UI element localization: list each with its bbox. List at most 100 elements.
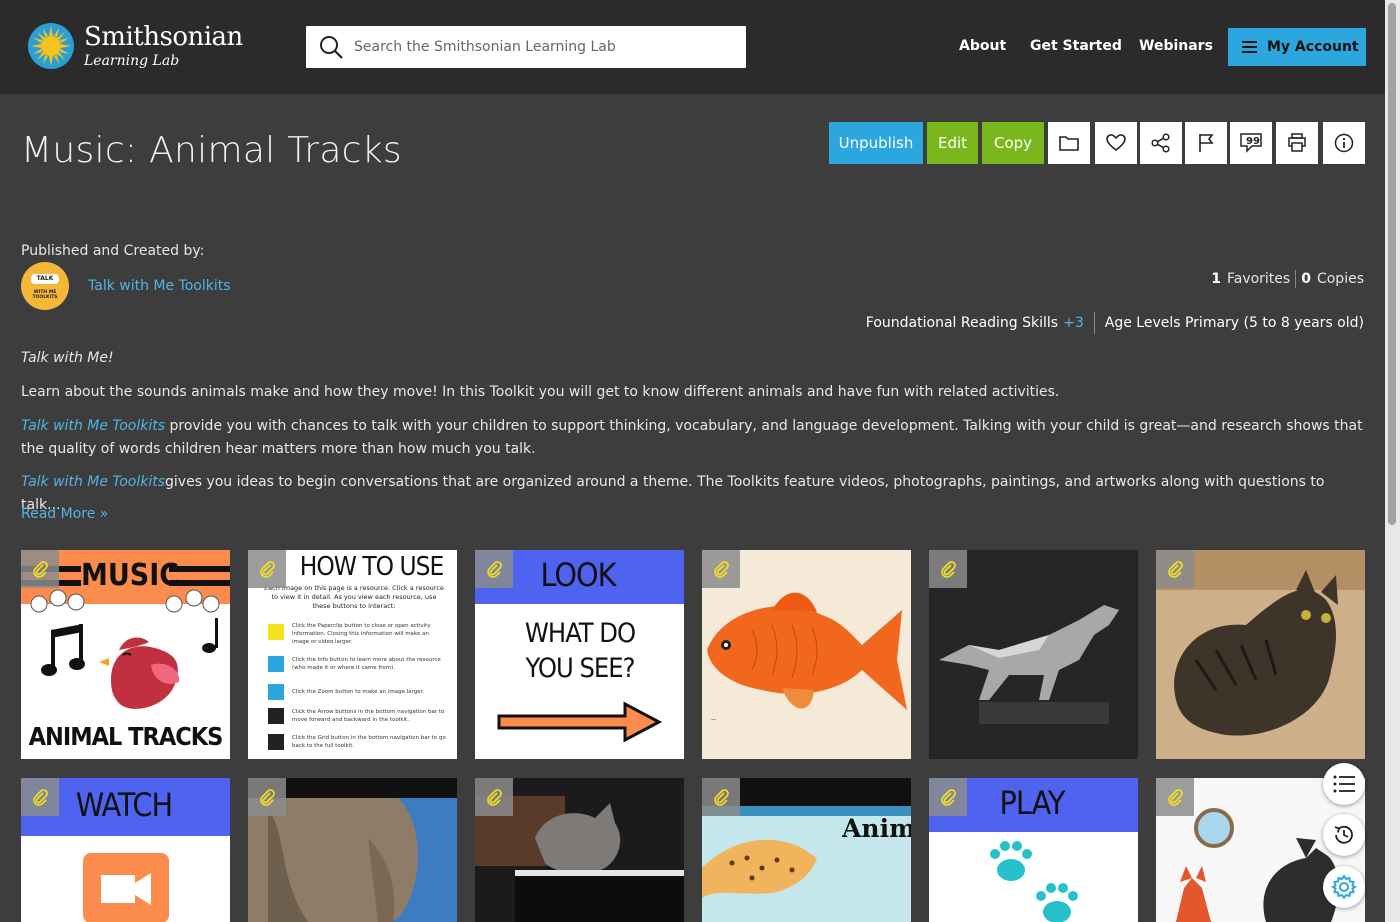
sun-logo-icon <box>28 23 74 69</box>
heading-text: Talk with Me! <box>21 350 114 366</box>
collection-tags: Foundational Reading Skills +3 Age Level… <box>866 312 1364 334</box>
paperclip-button[interactable] <box>929 550 967 588</box>
resource-card-cat-piano[interactable] <box>475 778 684 922</box>
favorite-button[interactable] <box>1095 122 1137 164</box>
more-subjects-link[interactable]: +3 <box>1063 315 1084 331</box>
search-icon[interactable] <box>319 35 343 59</box>
howto-item: Click the Grid button in the bottom navi… <box>292 735 446 749</box>
unpublish-button[interactable]: Unpublish <box>829 122 923 164</box>
history-button[interactable] <box>1323 814 1365 856</box>
edit-button[interactable]: Edit <box>927 122 978 164</box>
resource-card-cat[interactable] <box>1156 550 1365 759</box>
paperclip-icon <box>33 561 48 578</box>
settings-button[interactable] <box>1323 866 1365 908</box>
heart-icon <box>1106 134 1126 152</box>
paperclip-icon <box>1168 561 1183 578</box>
add-to-folder-button[interactable] <box>1048 122 1090 164</box>
read-more-link[interactable]: Read More » <box>21 506 108 522</box>
paperclip-icon <box>33 789 48 806</box>
flag-icon <box>1199 134 1214 152</box>
nav-get-started[interactable]: Get Started <box>1030 38 1122 54</box>
paperclip-button[interactable] <box>929 778 967 816</box>
paperclip-button[interactable] <box>248 550 286 588</box>
author-avatar[interactable]: TALK WITH ME TOOLKITS <box>21 262 69 310</box>
report-button[interactable] <box>1185 122 1227 164</box>
paperclip-button[interactable] <box>702 778 740 816</box>
toolkits-link-2[interactable]: Talk with Me Toolkits <box>21 474 165 490</box>
paperclip-icon <box>260 789 275 806</box>
share-button[interactable] <box>1140 122 1182 164</box>
howto-item: Click the Paperclip button to close or o… <box>292 623 431 645</box>
tags-divider <box>1093 312 1095 334</box>
favorites-label: Favorites <box>1226 271 1291 287</box>
print-icon <box>1288 133 1306 152</box>
description-p3: Talk with Me Toolkitsgives you ideas to … <box>21 471 1366 517</box>
description-p2: Talk with Me Toolkits provide you with c… <box>21 415 1366 461</box>
p3-text: gives you ideas to begin conversations t… <box>21 474 1325 513</box>
copies-count: 0 <box>1301 271 1311 287</box>
resource-card-play[interactable]: PLAY <box>929 778 1138 922</box>
p2-text: provide you with chances to talk with yo… <box>21 418 1363 457</box>
paperclip-button[interactable] <box>1156 550 1194 588</box>
resource-card-music[interactable]: MUSIC ANIMAL TRACKS <box>21 550 230 759</box>
subject-tag[interactable]: Foundational Reading Skills <box>866 315 1058 331</box>
howto-item: Click the Info button to learn more abou… <box>292 657 441 671</box>
scrollbar-thumb[interactable] <box>1388 3 1396 525</box>
resource-card-horse-sculpture[interactable] <box>929 550 1138 759</box>
bird-notes-illustration <box>41 618 218 709</box>
avatar-text-bottom: WITH ME TOOLKITS <box>32 290 58 300</box>
menu-icon <box>1242 41 1257 53</box>
author-link[interactable]: Talk with Me Toolkits <box>88 278 231 294</box>
paperclip-button[interactable] <box>475 550 513 588</box>
smithsonian-logo[interactable]: Smithsonian Learning Lab <box>27 22 243 72</box>
contents-list-button[interactable] <box>1323 763 1365 805</box>
paperclip-button[interactable] <box>21 778 59 816</box>
nav-webinars[interactable]: Webinars <box>1139 38 1213 54</box>
share-icon <box>1151 133 1170 153</box>
look-subtitle: WHAT DO YOU SEE? <box>524 618 636 684</box>
paperclip-icon <box>487 561 502 578</box>
nav-about[interactable]: About <box>959 38 1006 54</box>
resource-card-goldfish[interactable]: ~ <box>702 550 911 759</box>
top-bar: Smithsonian Learning Lab About Get Start… <box>0 0 1385 94</box>
search-input[interactable] <box>354 26 734 68</box>
toolkits-link[interactable]: Talk with Me Toolkits <box>21 418 165 434</box>
logo-name: Smithsonian <box>84 22 243 52</box>
collection-stats: 1 Favorites 0 Copies <box>1211 270 1364 288</box>
arrow-right-icon <box>497 701 662 743</box>
resource-card-animals-on-the-move[interactable]: Animals on the Move <box>702 778 911 922</box>
howto-intro: Each image on this page is a resource. C… <box>264 584 444 610</box>
age-levels-tag: Age Levels Primary (5 to 8 years old) <box>1104 315 1364 331</box>
animals-on-the-move-title: Animals on the Move <box>842 816 911 842</box>
paperclip-button[interactable] <box>21 550 59 588</box>
copy-button[interactable]: Copy <box>982 122 1044 164</box>
resource-card-elephant[interactable] <box>248 778 457 922</box>
cite-button[interactable]: 99 <box>1230 122 1272 164</box>
print-button[interactable] <box>1276 122 1318 164</box>
favorites-count: 1 <box>1211 271 1221 287</box>
folder-icon <box>1059 136 1079 151</box>
paperclip-button[interactable] <box>1156 778 1194 816</box>
paperclip-icon <box>714 789 729 806</box>
video-camera-icon <box>83 853 169 922</box>
published-by-label: Published and Created by: <box>21 243 205 259</box>
music-subtitle: ANIMAL TRACKS <box>28 722 224 751</box>
quote-icon: 99 <box>1240 133 1262 153</box>
look-title: LOOK <box>540 556 616 594</box>
paperclip-button[interactable] <box>702 550 740 588</box>
copies-label: Copies <box>1316 271 1364 287</box>
info-button[interactable] <box>1323 122 1365 164</box>
avatar-text-top: TALK <box>31 274 59 284</box>
svg-text:99: 99 <box>1246 136 1260 147</box>
description-heading: Talk with Me! <box>21 347 1366 370</box>
paperclip-button[interactable] <box>475 778 513 816</box>
resource-card-how-to-use[interactable]: HOW TO USE Each image on this page is a … <box>248 550 457 759</box>
my-account-button[interactable]: My Account <box>1228 28 1366 66</box>
resource-card-look[interactable]: LOOK WHAT DO YOU SEE? <box>475 550 684 759</box>
paperclip-button[interactable] <box>248 778 286 816</box>
resource-card-watch[interactable]: WATCH <box>21 778 230 922</box>
svg-text:~: ~ <box>710 715 717 724</box>
list-icon <box>1333 775 1355 793</box>
paperclip-icon <box>941 789 956 806</box>
page-scrollbar[interactable] <box>1385 0 1400 922</box>
